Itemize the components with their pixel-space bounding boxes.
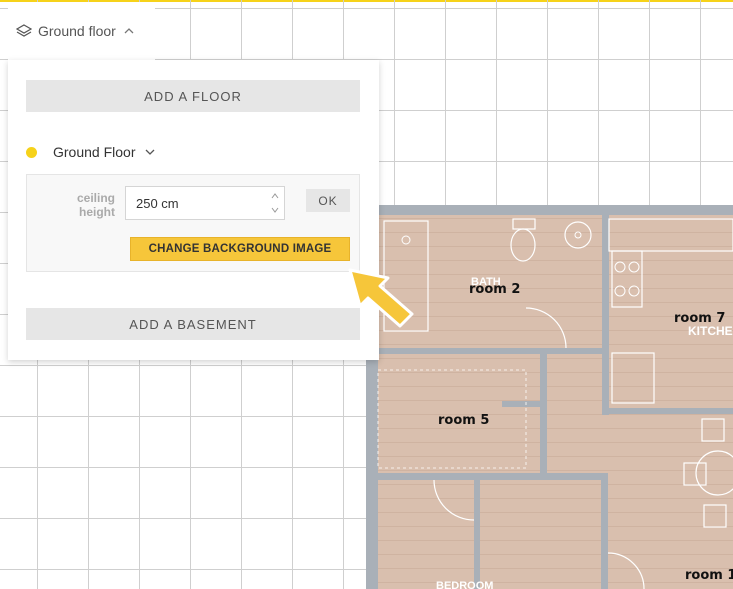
add-floor-button[interactable]: ADD A FLOOR	[26, 80, 360, 112]
room-label[interactable]: room 1	[685, 568, 733, 583]
room-label[interactable]: room 5	[438, 413, 489, 428]
ceiling-height-value: 250 cm	[136, 195, 179, 211]
floor-color-dot	[26, 146, 37, 158]
pointer-arrow-icon	[348, 268, 414, 328]
stepper-icon[interactable]	[270, 190, 280, 216]
floor-selector-label: Ground floor	[38, 23, 116, 39]
floor-selector[interactable]: Ground floor	[8, 2, 155, 60]
ok-button[interactable]: OK	[306, 189, 350, 212]
wall	[474, 480, 480, 589]
wall	[540, 354, 547, 474]
floor-item-ground-floor[interactable]: Ground Floor	[26, 142, 155, 162]
layers-icon	[16, 24, 32, 37]
floors-panel: ADD A FLOOR Ground Floor ceiling height …	[8, 60, 379, 360]
change-background-button[interactable]: CHANGE BACKGROUND IMAGE	[130, 237, 350, 261]
room-label[interactable]: room 7	[674, 311, 725, 326]
chevron-down-icon[interactable]	[145, 147, 155, 157]
floor-area	[366, 205, 733, 589]
floor-item-label: Ground Floor	[53, 144, 136, 160]
floor-plan[interactable]: BATH KITCHEN BEDROOM room 2 room 7 room …	[366, 205, 733, 589]
ceiling-height-input[interactable]: 250 cm	[125, 186, 285, 220]
wall	[378, 348, 606, 354]
room-caption-kitchen: KITCHEN	[688, 324, 733, 338]
room-caption-bedroom: BEDROOM	[436, 580, 493, 589]
chevron-up-icon	[124, 28, 134, 34]
wall	[378, 473, 608, 480]
wall	[602, 408, 733, 414]
wall	[502, 401, 546, 407]
add-basement-button[interactable]: ADD A BASEMENT	[26, 308, 360, 340]
wall	[366, 205, 733, 215]
floor-settings: ceiling height 250 cm OK CHANGE BACKGROU…	[26, 174, 360, 272]
room-label[interactable]: room 2	[469, 282, 520, 297]
wall	[601, 473, 608, 589]
wall	[602, 215, 609, 415]
ceiling-height-label: ceiling height	[76, 191, 115, 219]
